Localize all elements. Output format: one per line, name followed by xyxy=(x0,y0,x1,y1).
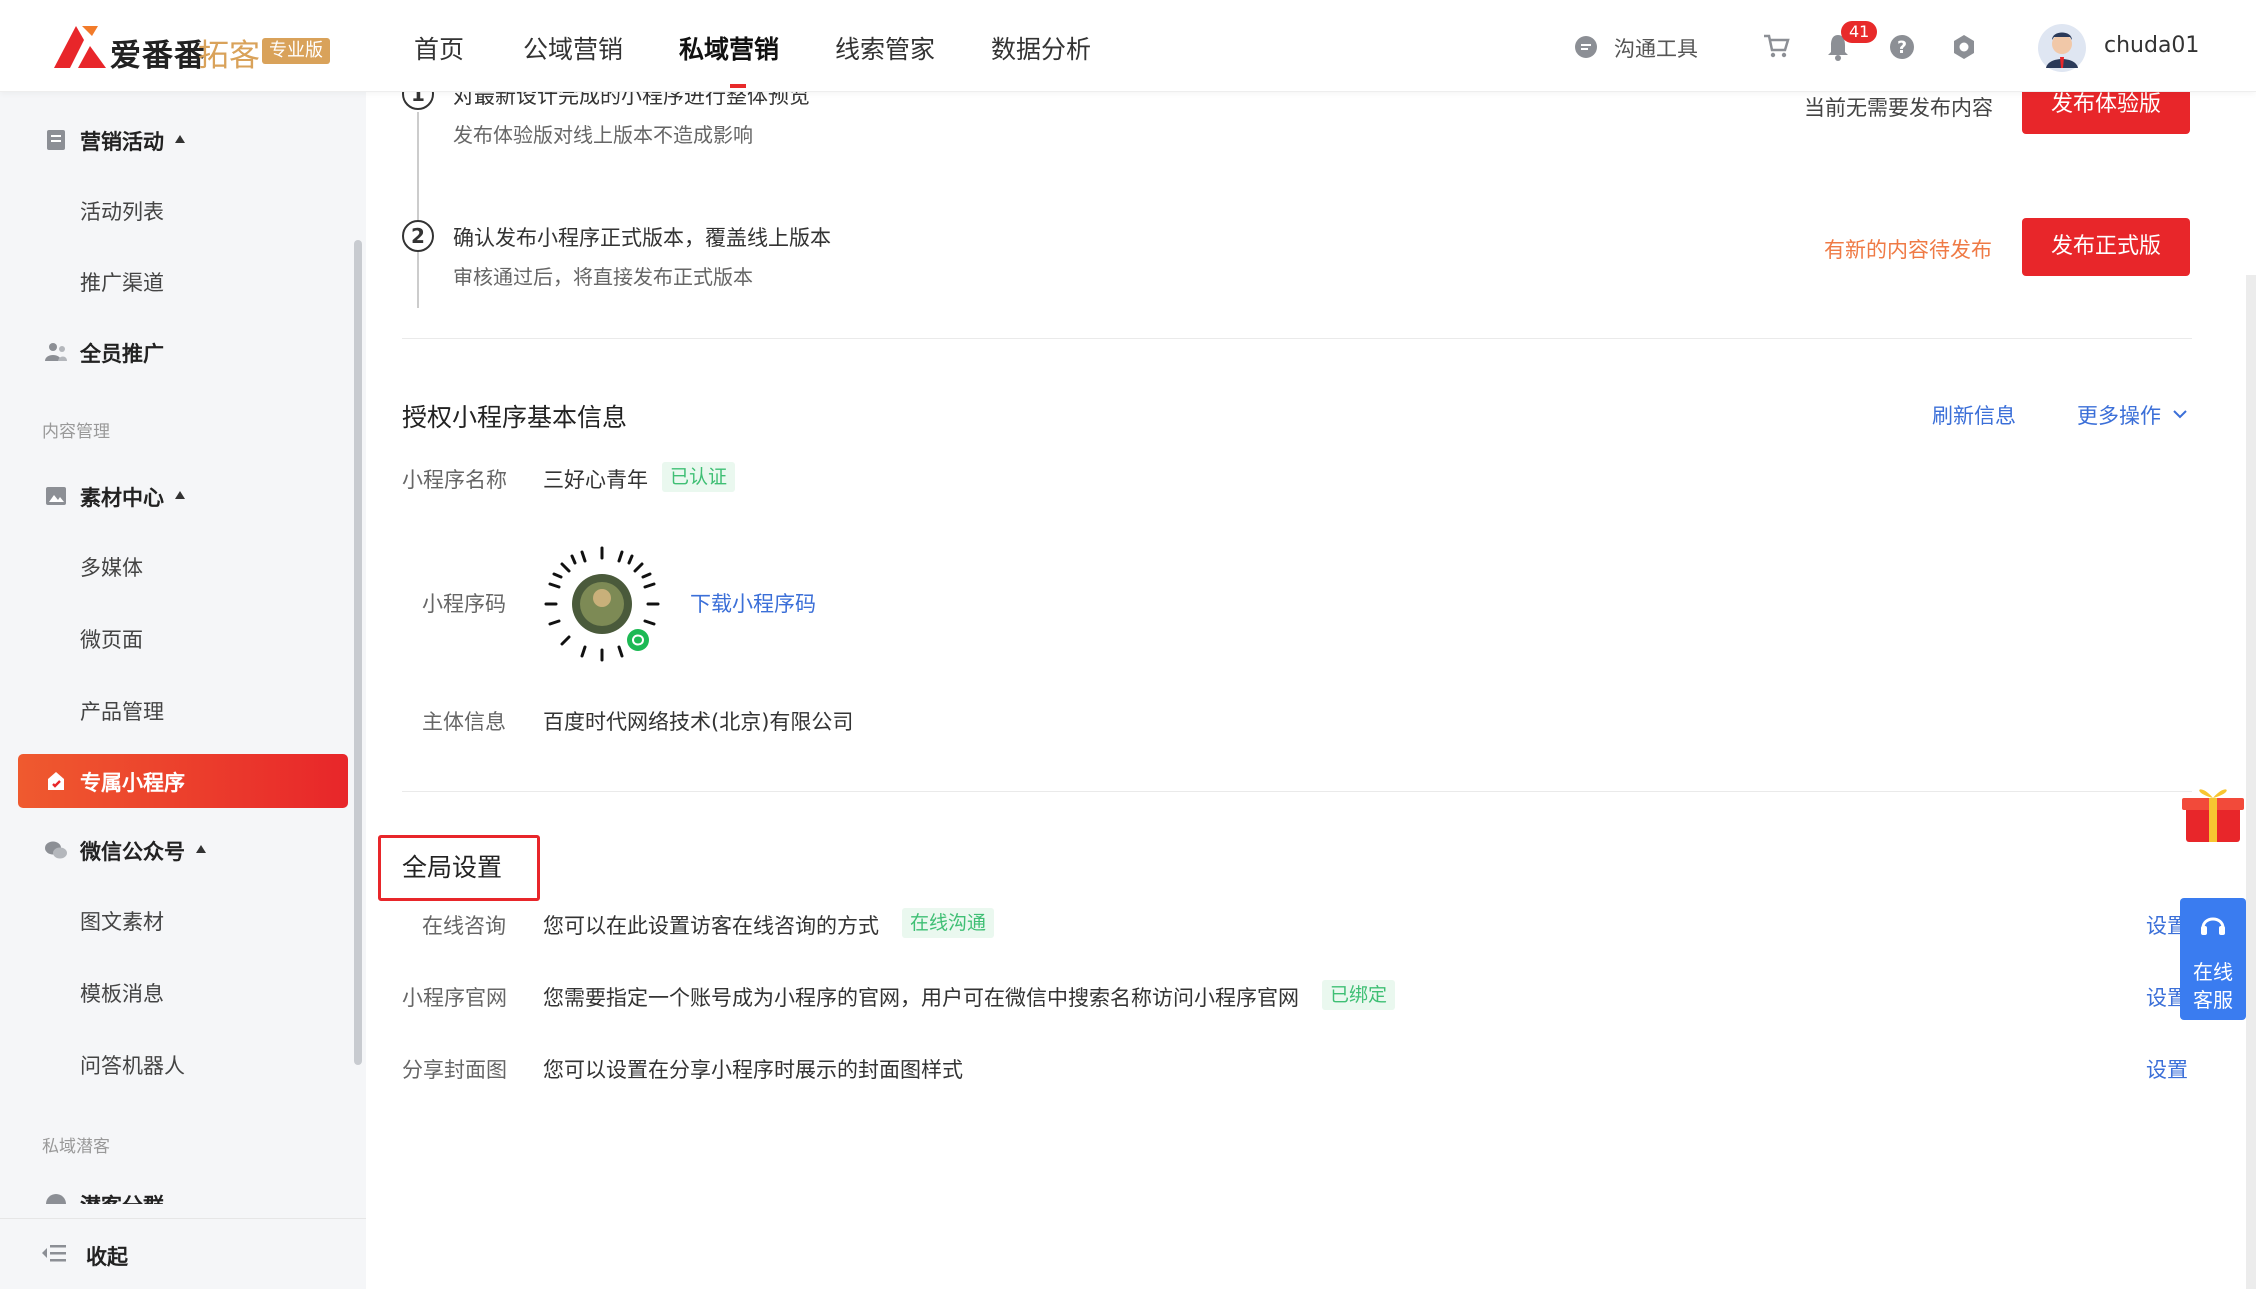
sidebar-item-micro-page[interactable]: 微页面 xyxy=(80,624,143,654)
username[interactable]: chuda01 xyxy=(2104,33,2199,58)
sidebar-section-marketing[interactable]: 营销活动 xyxy=(80,126,164,156)
sidebar-item-activity-list[interactable]: 活动列表 xyxy=(80,196,164,226)
download-code-link[interactable]: 下载小程序码 xyxy=(690,588,816,618)
page-scrollbar[interactable] xyxy=(2246,275,2256,1289)
basic-info-title: 授权小程序基本信息 xyxy=(402,403,628,432)
sidebar-category-content: 内容管理 xyxy=(42,422,110,442)
owner-value: 百度时代网络技术(北京)有限公司 xyxy=(543,710,854,734)
tools-label[interactable]: 沟通工具 xyxy=(1614,33,1698,63)
logo-icon[interactable] xyxy=(52,22,108,70)
help-icon[interactable]: ? xyxy=(1889,34,1915,60)
mini-program-code-image xyxy=(544,546,660,662)
svg-text:?: ? xyxy=(1897,38,1907,58)
official-site-label: 小程序官网 xyxy=(402,986,507,1010)
edition-badge: 专业版 xyxy=(262,38,330,64)
divider xyxy=(402,791,2192,792)
sidebar: 营销活动 活动列表 推广渠道 全员推广 内容管理 素材中心 多媒体 微页面 产品… xyxy=(0,92,366,1289)
mini-name-value: 三好心青年 xyxy=(543,468,648,492)
step-2-circle: 2 xyxy=(402,220,434,252)
sidebar-item-multimedia[interactable]: 多媒体 xyxy=(80,552,143,582)
users-icon xyxy=(45,343,67,361)
chat-icon[interactable] xyxy=(1574,35,1598,59)
online-service-button[interactable]: 在线 客服 xyxy=(2180,898,2246,1020)
online-consult-label: 在线咨询 xyxy=(422,914,506,938)
sidebar-section-all-staff[interactable]: 全员推广 xyxy=(80,338,164,368)
collapse-label: 收起 xyxy=(86,1245,128,1269)
caret-up-icon[interactable] xyxy=(174,490,186,500)
global-settings-title: 全局设置 xyxy=(402,853,503,882)
image-icon xyxy=(46,487,66,505)
chevron-down-icon[interactable] xyxy=(2172,408,2188,420)
settings-icon[interactable] xyxy=(1951,34,1977,60)
sidebar-item-product-manage[interactable]: 产品管理 xyxy=(80,696,164,726)
step-2-status: 有新的内容待发布 xyxy=(1824,238,1992,262)
gift-icon[interactable] xyxy=(2180,778,2246,844)
online-consult-desc: 您可以在此设置访客在线咨询的方式 xyxy=(543,914,879,938)
sidebar-section-material[interactable]: 素材中心 xyxy=(80,482,164,512)
mini-code-label: 小程序码 xyxy=(422,592,506,616)
service-label-1: 在线 xyxy=(2193,960,2233,984)
nav-data-analysis[interactable]: 数据分析 xyxy=(991,30,1091,66)
share-cover-label: 分享封面图 xyxy=(402,1058,507,1082)
sidebar-category-private: 私域潜客 xyxy=(42,1137,110,1157)
caret-up-icon[interactable] xyxy=(174,134,186,144)
main-content: 1 对最新设计完成的小程序进行整体预览 发布体验版对线上版本不造成影响 当前无需… xyxy=(366,92,2246,1289)
sidebar-scrollbar[interactable] xyxy=(354,240,362,1065)
nav-active-indicator xyxy=(730,84,746,88)
wechat-icon xyxy=(45,841,67,859)
step-connector xyxy=(417,112,419,308)
nav-public-marketing[interactable]: 公域营销 xyxy=(523,30,623,66)
step-2-desc: 审核通过后，将直接发布正式版本 xyxy=(453,265,753,289)
avatar[interactable] xyxy=(2038,24,2086,72)
official-site-desc: 您需要指定一个账号成为小程序的官网，用户可在微信中搜索名称访问小程序官网 xyxy=(543,986,1299,1010)
sidebar-item-promo-channel[interactable]: 推广渠道 xyxy=(80,267,164,297)
bound-tag: 已绑定 xyxy=(1322,980,1396,1010)
online-chat-tag: 在线沟通 xyxy=(902,908,995,938)
sidebar-item-mini-program-label: 专属小程序 xyxy=(80,771,185,795)
nav-home[interactable]: 首页 xyxy=(414,30,464,66)
users-icon xyxy=(46,1194,66,1204)
service-label-2: 客服 xyxy=(2193,988,2233,1012)
sidebar-item-lead-group[interactable]: 潜客分群 xyxy=(80,1190,164,1204)
step-1-title: 对最新设计完成的小程序进行整体预览 xyxy=(453,92,810,108)
top-header: 爱番番 拓客 专业版 首页 公域营销 私域营销 线索管家 数据分析 沟通工具 4… xyxy=(0,0,2256,92)
step-2-title: 确认发布小程序正式版本，覆盖线上版本 xyxy=(453,226,831,250)
share-cover-set-link[interactable]: 设置 xyxy=(2146,1054,2188,1084)
nav-private-marketing[interactable]: 私域营销 xyxy=(679,30,779,66)
notification-badge: 41 xyxy=(1841,21,1878,43)
step-1-circle: 1 xyxy=(402,92,434,110)
sidebar-item-qa-robot[interactable]: 问答机器人 xyxy=(80,1050,185,1080)
collapse-icon xyxy=(42,1245,66,1262)
nav-lead-manager[interactable]: 线索管家 xyxy=(835,30,935,66)
logo-text: 爱番番 xyxy=(110,38,206,74)
document-icon xyxy=(47,130,65,150)
caret-up-icon[interactable] xyxy=(195,844,207,854)
sidebar-section-wechat[interactable]: 微信公众号 xyxy=(80,836,185,866)
publish-trial-button[interactable]: 发布体验版 xyxy=(2022,92,2190,134)
publish-release-button[interactable]: 发布正式版 xyxy=(2022,218,2190,276)
mini-program-icon xyxy=(48,772,64,790)
refresh-info-link[interactable]: 刷新信息 xyxy=(1932,400,2016,430)
headset-icon xyxy=(2201,917,2225,935)
step-1-desc: 发布体验版对线上版本不造成影响 xyxy=(453,123,753,147)
divider xyxy=(402,338,2192,339)
sidebar-collapse-bar[interactable]: 收起 xyxy=(0,1218,366,1289)
sidebar-item-template-message[interactable]: 模板消息 xyxy=(80,978,164,1008)
verified-tag: 已认证 xyxy=(662,462,736,492)
mini-name-label: 小程序名称 xyxy=(402,468,507,492)
sidebar-cut-row: 潜客分群 xyxy=(0,1190,366,1204)
logo-sub: 拓客 xyxy=(198,38,260,74)
step-1-status: 当前无需要发布内容 xyxy=(1804,96,1993,120)
sidebar-item-article-material[interactable]: 图文素材 xyxy=(80,906,164,936)
cart-icon[interactable] xyxy=(1762,33,1790,59)
owner-label: 主体信息 xyxy=(422,710,506,734)
share-cover-desc: 您可以设置在分享小程序时展示的封面图样式 xyxy=(543,1058,963,1082)
more-actions-link[interactable]: 更多操作 xyxy=(2077,400,2161,430)
